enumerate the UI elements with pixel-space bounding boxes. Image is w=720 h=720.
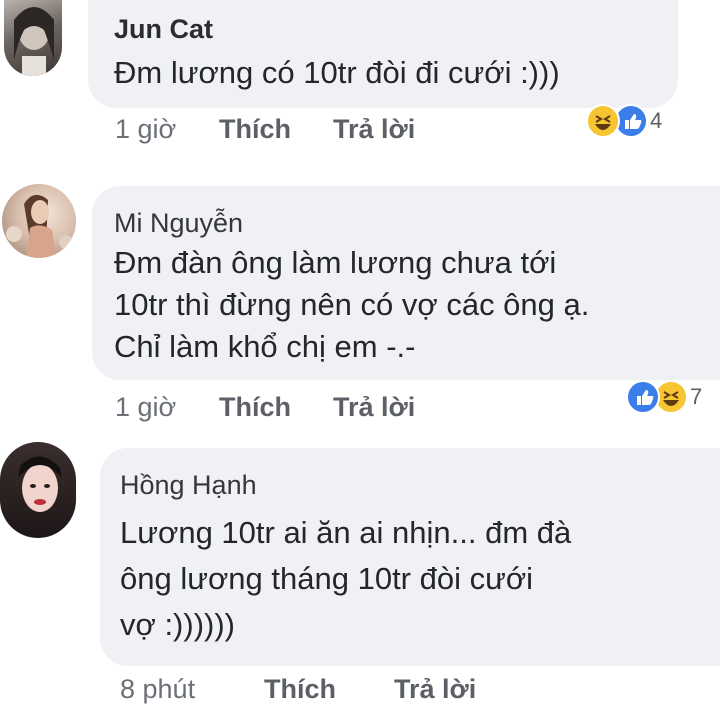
comment-author[interactable]: Hồng Hạnh: [120, 470, 257, 501]
comment-line: Lương 10tr ai ăn ai nhịn... đm đà: [120, 515, 572, 550]
reaction-count: 4: [650, 108, 663, 133]
comment-timestamp[interactable]: 1 giờ: [115, 114, 176, 145]
comment-author[interactable]: Mi Nguyễn: [114, 208, 243, 239]
comment-author[interactable]: Jun Cat: [114, 14, 213, 45]
comment-text: Đm lương có 10tr đòi đi cưới :))): [114, 52, 560, 94]
reply-button[interactable]: Trả lời: [333, 392, 415, 423]
comment-line: 10tr thì đừng nên có vợ các ông ạ.: [114, 287, 590, 322]
comment-bubble: Jun Cat Đm lương có 10tr đòi đi cưới :))…: [88, 0, 678, 108]
comment-jun-cat: Jun Cat Đm lương có 10tr đòi đi cưới :))…: [0, 0, 720, 160]
comment-line: Đm lương có 10tr đòi đi cưới :))): [114, 55, 560, 90]
avatar-photo: [18, 456, 62, 512]
comment-hong-hanh: Hồng Hạnh Lương 10tr ai ăn ai nhịn... đm…: [0, 436, 720, 720]
comment-line: Đm đàn ông làm lương chưa tới: [114, 245, 557, 280]
comment-timestamp[interactable]: 1 giờ: [115, 392, 176, 423]
comment-bubble: Mi Nguyễn Đm đàn ông làm lương chưa tới …: [92, 186, 720, 380]
comment-mi-nguyen: Mi Nguyễn Đm đàn ông làm lương chưa tới …: [0, 180, 720, 430]
reaction-summary[interactable]: 7: [626, 380, 702, 414]
avatar-photo: [6, 194, 73, 258]
comment-line: ông lương tháng 10tr đòi cưới: [120, 561, 534, 596]
reaction-count: 7: [690, 384, 703, 409]
comment-timestamp[interactable]: 8 phút: [120, 674, 195, 705]
avatar[interactable]: [0, 442, 76, 538]
reply-button[interactable]: Trả lời: [394, 674, 476, 705]
comment-bubble: Hồng Hạnh Lương 10tr ai ăn ai nhịn... đm…: [100, 448, 720, 666]
comment-line: Chỉ làm khổ chị em -.-: [114, 329, 416, 364]
like-button[interactable]: Thích: [264, 674, 336, 705]
avatar[interactable]: [4, 0, 62, 76]
avatar-photo: [14, 7, 54, 76]
comment-text: Đm đàn ông làm lương chưa tới 10tr thì đ…: [114, 242, 589, 368]
reply-button[interactable]: Trả lời: [333, 114, 415, 145]
reaction-summary[interactable]: 4: [586, 104, 662, 138]
comment-text: Lương 10tr ai ăn ai nhịn... đm đà ông lư…: [120, 510, 571, 648]
like-button[interactable]: Thích: [219, 114, 291, 145]
haha-reaction-icon: [586, 104, 620, 138]
comment-line: vợ :)))))): [120, 607, 235, 642]
avatar[interactable]: [2, 184, 76, 258]
like-reaction-icon: [626, 380, 660, 414]
like-button[interactable]: Thích: [219, 392, 291, 423]
